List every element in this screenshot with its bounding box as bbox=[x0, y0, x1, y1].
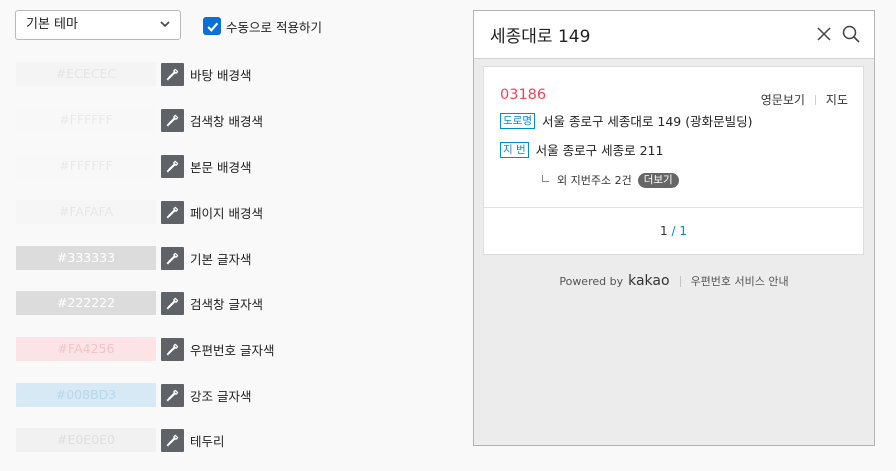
extra-jibun-text: 외 지번주소 2건 bbox=[557, 174, 632, 187]
extra-jibun-row: 외 지번주소 2건 더보기 bbox=[542, 172, 679, 188]
eyedropper-icon bbox=[166, 206, 179, 218]
color-row-label: 검색창 글자색 bbox=[190, 296, 263, 312]
color-row: #008BD3 강조 글자색 bbox=[16, 382, 251, 408]
eyedropper-icon bbox=[166, 343, 179, 355]
postcode-preview: 세종대로 149 03186 영문보기 지도 도로명 서울 종로구 세종대로 1… bbox=[473, 10, 875, 446]
eyedropper-icon bbox=[166, 434, 179, 446]
color-row: #FA4256 우편번호 글자색 bbox=[16, 336, 274, 362]
eyedropper-button[interactable] bbox=[161, 428, 184, 452]
color-value-input[interactable]: #333333 bbox=[16, 246, 156, 270]
eyedropper-icon bbox=[166, 297, 179, 309]
search-input[interactable]: 세종대로 149 bbox=[490, 22, 590, 47]
color-value-input[interactable]: #FFFFFF bbox=[16, 108, 156, 132]
color-row-label: 검색창 배경색 bbox=[190, 113, 263, 129]
close-icon[interactable] bbox=[816, 26, 832, 42]
map-link[interactable]: 지도 bbox=[826, 91, 848, 108]
color-value-input[interactable]: #222222 bbox=[16, 291, 156, 315]
color-row-label: 테두리 bbox=[190, 433, 225, 449]
color-row: #222222 검색창 글자색 bbox=[16, 290, 263, 316]
service-guide-link[interactable]: 우편번호 서비스 안내 bbox=[691, 273, 789, 289]
color-value-input[interactable]: #FAFAFA bbox=[16, 200, 156, 224]
color-row-label: 본문 배경색 bbox=[190, 159, 252, 175]
color-value-input[interactable]: #008BD3 bbox=[16, 383, 156, 407]
color-value-input[interactable]: #E0E0E0 bbox=[16, 428, 156, 452]
manual-apply-label: 수동으로 적용하기 bbox=[226, 19, 322, 35]
color-row: #FFFFFF 검색창 배경색 bbox=[16, 107, 263, 133]
page-total: 1 bbox=[679, 224, 687, 238]
page-separator: / bbox=[671, 224, 676, 238]
color-row-label: 페이지 배경색 bbox=[190, 205, 263, 221]
jibun-address[interactable]: 서울 종로구 세종로 211 bbox=[536, 140, 664, 159]
color-row: #FAFAFA 페이지 배경색 bbox=[16, 199, 263, 225]
more-button[interactable]: 더보기 bbox=[637, 172, 679, 188]
color-value-input[interactable]: #FFFFFF bbox=[16, 154, 156, 178]
eyedropper-button[interactable] bbox=[161, 337, 184, 361]
color-row-label: 우편번호 글자색 bbox=[190, 342, 275, 358]
manual-apply-toggle[interactable]: 수동으로 적용하기 bbox=[203, 16, 322, 36]
manual-apply-checkbox[interactable] bbox=[203, 17, 221, 35]
eyedropper-button[interactable] bbox=[161, 200, 184, 224]
eyedropper-button[interactable] bbox=[161, 62, 184, 86]
zipcode[interactable]: 03186 bbox=[500, 87, 546, 103]
search-bar: 세종대로 149 bbox=[474, 11, 874, 59]
pagination: 1 / 1 bbox=[484, 224, 863, 238]
powered-by-text: Powered by bbox=[559, 274, 624, 288]
divider bbox=[484, 207, 863, 208]
color-value-input[interactable]: #ECECEC bbox=[16, 62, 156, 86]
eyedropper-button[interactable] bbox=[161, 291, 184, 315]
eyedropper-button[interactable] bbox=[161, 246, 184, 270]
eyedropper-icon bbox=[166, 68, 179, 80]
english-view-link[interactable]: 영문보기 bbox=[761, 91, 805, 108]
color-row-label: 바탕 배경색 bbox=[190, 67, 252, 83]
color-row: #333333 기본 글자색 bbox=[16, 245, 251, 271]
jibun-address-badge: 지 번 bbox=[500, 141, 529, 158]
eyedropper-icon bbox=[166, 114, 179, 126]
color-row: #ECECEC 바탕 배경색 bbox=[16, 61, 251, 87]
color-value-input[interactable]: #FA4256 bbox=[16, 337, 156, 361]
color-row-label: 강조 글자색 bbox=[190, 388, 252, 404]
road-address-badge: 도로명 bbox=[500, 112, 535, 129]
color-row: #E0E0E0 테두리 bbox=[16, 427, 225, 453]
theme-select[interactable]: 기본 테마 bbox=[15, 10, 181, 40]
link-divider bbox=[814, 94, 816, 105]
eyedropper-button[interactable] bbox=[161, 108, 184, 132]
theme-select-value: 기본 테마 bbox=[26, 17, 78, 32]
corner-arrow-icon bbox=[542, 174, 549, 182]
chevron-down-icon bbox=[160, 21, 170, 28]
color-row: #FFFFFF 본문 배경색 bbox=[16, 153, 251, 179]
road-address-row[interactable]: 도로명 서울 종로구 세종대로 149 (광화문빌딩) bbox=[500, 111, 753, 130]
eyedropper-button[interactable] bbox=[161, 154, 184, 178]
check-icon bbox=[206, 22, 218, 32]
kakao-logo[interactable]: kakao bbox=[628, 273, 669, 289]
eyedropper-icon bbox=[166, 389, 179, 401]
color-row-label: 기본 글자색 bbox=[190, 251, 252, 267]
eyedropper-icon bbox=[166, 160, 179, 172]
footer-divider bbox=[679, 275, 681, 287]
search-icon[interactable] bbox=[842, 25, 860, 43]
eyedropper-icon bbox=[166, 252, 179, 264]
page-current[interactable]: 1 bbox=[660, 224, 668, 238]
result-card[interactable]: 03186 영문보기 지도 도로명 서울 종로구 세종대로 149 (광화문빌딩… bbox=[483, 66, 864, 255]
eyedropper-button[interactable] bbox=[161, 383, 184, 407]
preview-footer: Powered by kakao 우편번호 서비스 안내 bbox=[474, 273, 874, 289]
road-address[interactable]: 서울 종로구 세종대로 149 (광화문빌딩) bbox=[542, 111, 753, 130]
jibun-address-row[interactable]: 지 번 서울 종로구 세종로 211 bbox=[500, 140, 663, 159]
